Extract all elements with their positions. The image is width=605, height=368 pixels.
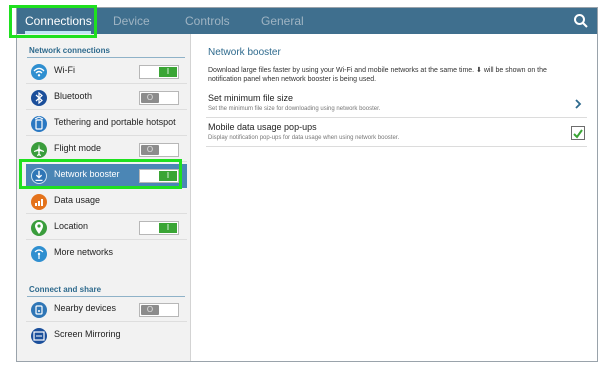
divider <box>26 239 187 240</box>
chevron-right-icon[interactable] <box>573 98 583 110</box>
sidebar: Network connections Wi-Fi I Bluetooth O <box>17 34 191 361</box>
toggle-knob: I <box>159 67 177 77</box>
setting-subtitle: Set the minimum file size for downloadin… <box>208 106 381 112</box>
bluetooth-toggle[interactable]: O <box>139 91 179 105</box>
page-title: Network booster <box>208 47 281 58</box>
screen-mirroring-icon <box>31 328 47 344</box>
top-tab-bar: Connections Device Controls General <box>17 8 597 34</box>
more-networks-icon <box>31 246 47 262</box>
toggle-knob: O <box>141 93 159 103</box>
sidebar-item-label: Tethering and portable hotspot <box>54 117 176 127</box>
bluetooth-icon <box>31 90 47 106</box>
section-header-network-connections: Network connections <box>29 46 110 55</box>
sidebar-item-nearby-devices[interactable]: Nearby devices O <box>26 298 187 322</box>
divider <box>26 135 187 136</box>
setting-title: Mobile data usage pop-ups <box>208 122 317 132</box>
sidebar-item-location[interactable]: Location I <box>26 216 187 240</box>
divider <box>26 109 187 110</box>
sidebar-item-bluetooth[interactable]: Bluetooth O <box>26 86 187 110</box>
wifi-icon <box>31 64 47 80</box>
tab-general[interactable]: General <box>261 8 304 34</box>
location-toggle[interactable]: I <box>139 221 179 235</box>
sidebar-item-label: More networks <box>54 247 114 257</box>
sidebar-item-data-usage[interactable]: Data usage <box>26 190 187 214</box>
toggle-knob: O <box>141 145 159 155</box>
data-usage-icon <box>31 194 47 210</box>
data-usage-popups-checkbox[interactable] <box>571 126 585 140</box>
tab-controls[interactable]: Controls <box>185 8 230 34</box>
tab-device[interactable]: Device <box>113 8 150 34</box>
setting-row-min-file-size[interactable]: Set minimum file size Set the minimum fi… <box>206 92 587 118</box>
setting-subtitle: Display notification pop-ups for data us… <box>208 135 400 141</box>
setting-title: Set minimum file size <box>208 93 294 103</box>
network-booster-toggle[interactable]: I <box>139 169 179 183</box>
sidebar-item-wifi[interactable]: Wi-Fi I <box>26 60 187 84</box>
divider <box>26 213 187 214</box>
airplane-icon <box>31 142 47 158</box>
sidebar-item-more-networks[interactable]: More networks <box>26 242 187 266</box>
check-icon <box>573 129 583 139</box>
setting-row-data-usage-popups[interactable]: Mobile data usage pop-ups Display notifi… <box>206 121 587 147</box>
divider <box>26 321 187 322</box>
sidebar-item-flight-mode[interactable]: Flight mode O <box>26 138 187 162</box>
tethering-icon <box>31 116 47 132</box>
search-icon[interactable] <box>573 13 589 29</box>
section-header-connect-and-share: Connect and share <box>29 285 102 294</box>
section-divider <box>27 57 185 58</box>
settings-window: Connections Device Controls General Netw… <box>16 7 598 362</box>
wifi-toggle[interactable]: I <box>139 65 179 79</box>
nearby-devices-toggle[interactable]: O <box>139 303 179 317</box>
tab-connections[interactable]: Connections <box>25 8 92 34</box>
toggle-knob: O <box>141 305 159 315</box>
sidebar-item-screen-mirroring[interactable]: Screen Mirroring <box>26 324 187 348</box>
sidebar-item-label: Data usage <box>54 195 101 205</box>
location-icon <box>31 220 47 236</box>
toggle-knob: I <box>159 223 177 233</box>
nearby-devices-icon <box>31 302 47 318</box>
network-booster-icon <box>31 168 47 184</box>
sidebar-item-label: Screen Mirroring <box>54 329 121 339</box>
divider <box>26 161 187 162</box>
detail-pane: Network booster Download large files fas… <box>193 34 597 361</box>
sidebar-item-tethering[interactable]: Tethering and portable hotspot <box>26 112 187 136</box>
sidebar-item-network-booster[interactable]: Network booster I <box>26 164 187 188</box>
page-description: Download large files faster by using you… <box>208 67 547 83</box>
toggle-knob: I <box>159 171 177 181</box>
section-divider <box>27 296 185 297</box>
divider <box>26 83 187 84</box>
flight-mode-toggle[interactable]: O <box>139 143 179 157</box>
